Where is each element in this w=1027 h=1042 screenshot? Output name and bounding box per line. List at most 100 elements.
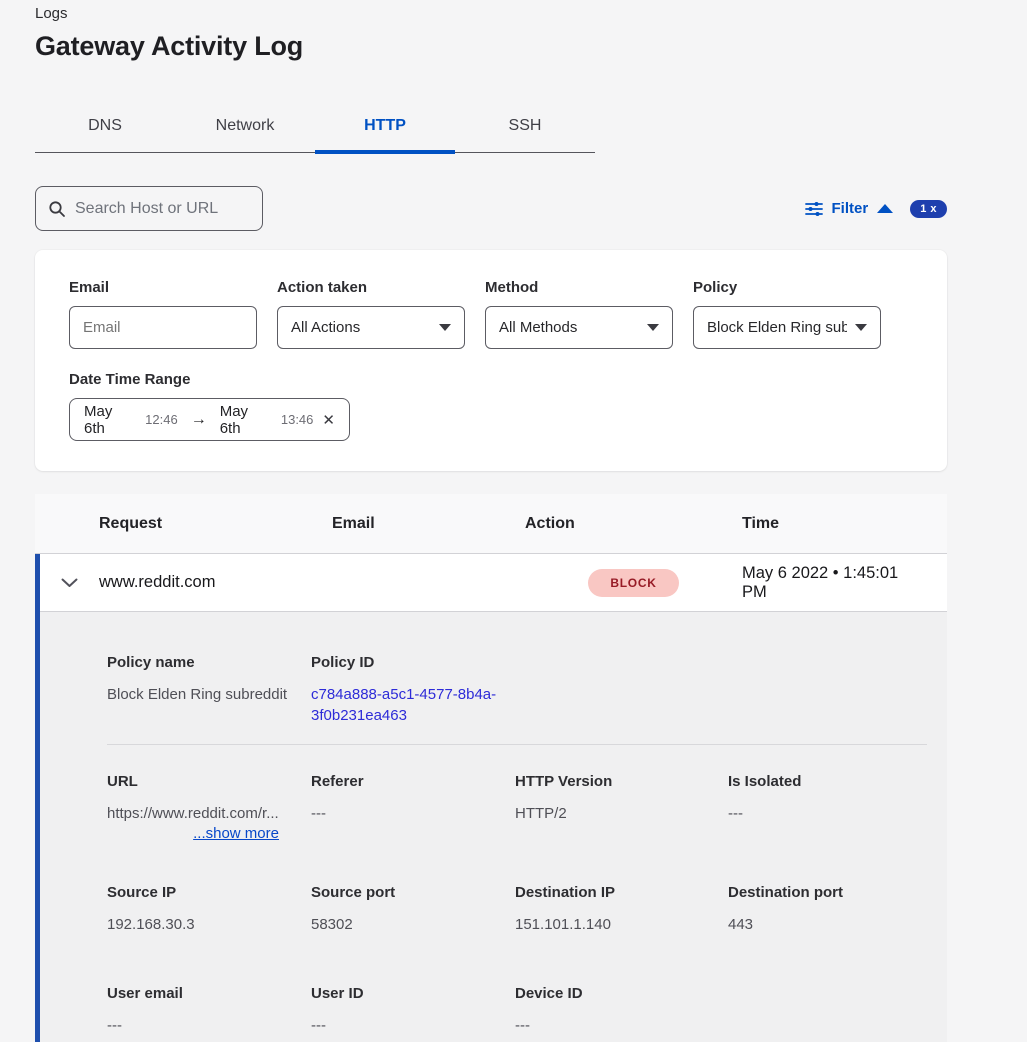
chevron-down-icon <box>647 324 659 331</box>
policy-select-value: Block Elden Ring subre... <box>707 319 847 336</box>
policy-id-link[interactable]: c784a888-a5c1-4577-8b4a-3f0b231ea463 <box>311 684 511 726</box>
email-field-label: Email <box>69 279 257 296</box>
source-ip-value: 192.168.30.3 <box>107 914 311 935</box>
filter-count-badge[interactable]: 1 x <box>910 200 947 218</box>
detail-user-email: User email --- <box>107 985 311 1036</box>
detail-section-network: Source IP 192.168.30.3 Source port 58302… <box>40 858 947 959</box>
detail-source-ip: Source IP 192.168.30.3 <box>107 884 311 935</box>
detail-section-policy: Policy name Block Elden Ring subreddit P… <box>40 612 947 744</box>
search-input[interactable] <box>75 200 250 218</box>
date-range-picker[interactable]: May 6th 12:46 → May 6th 13:46 ✕ <box>69 398 350 441</box>
filter-panel: Email Action taken All Actions Method Al… <box>35 250 947 471</box>
main-content: Logs Gateway Activity Log DNS Network HT… <box>35 0 947 1042</box>
filter-label: Filter <box>832 200 869 217</box>
filter-field-policy: Policy Block Elden Ring subre... <box>693 279 881 349</box>
end-time: 13:46 <box>281 412 314 427</box>
date-range-section: Date Time Range May 6th 12:46 → May 6th … <box>69 371 913 441</box>
detail-policy-id: Policy ID c784a888-a5c1-4577-8b4a-3f0b23… <box>311 654 515 726</box>
policy-select[interactable]: Block Elden Ring subre... <box>693 306 881 349</box>
http-version-value: HTTP/2 <box>515 803 728 824</box>
filter-fields-row: Email Action taken All Actions Method Al… <box>69 279 913 349</box>
detail-policy-name: Policy name Block Elden Ring subreddit <box>107 654 311 726</box>
policy-name-value: Block Elden Ring subreddit <box>107 684 311 705</box>
detail-http-version: HTTP Version HTTP/2 <box>515 773 728 842</box>
action-select-value: All Actions <box>291 319 360 336</box>
chevron-down-icon <box>61 578 78 588</box>
column-header-action: Action <box>525 515 742 533</box>
tab-ssh[interactable]: SSH <box>455 108 595 152</box>
row-request: www.reddit.com <box>99 573 332 592</box>
start-time: 12:46 <box>145 412 178 427</box>
detail-device-id: Device ID --- <box>515 985 728 1036</box>
column-header-email: Email <box>332 515 525 533</box>
tab-http[interactable]: HTTP <box>315 108 455 152</box>
search-box[interactable] <box>35 186 263 231</box>
is-isolated-value: --- <box>728 803 927 824</box>
breadcrumb: Logs <box>35 0 947 22</box>
url-label: URL <box>107 773 279 790</box>
page-title: Gateway Activity Log <box>35 31 947 62</box>
destination-ip-label: Destination IP <box>515 884 728 901</box>
policy-field-label: Policy <box>693 279 881 296</box>
tab-network[interactable]: Network <box>175 108 315 152</box>
tab-bar: DNS Network HTTP SSH <box>35 108 595 153</box>
end-date: May 6th <box>220 403 272 437</box>
table-header: Request Email Action Time <box>35 494 947 554</box>
method-select-value: All Methods <box>499 319 577 336</box>
destination-port-label: Destination port <box>728 884 927 901</box>
referer-label: Referer <box>311 773 515 790</box>
action-block-badge: BLOCK <box>588 569 678 597</box>
filter-field-email: Email <box>69 279 257 349</box>
log-detail-panel: Policy name Block Elden Ring subreddit P… <box>40 611 947 1042</box>
arrow-right-icon: → <box>187 411 211 429</box>
email-field[interactable] <box>69 306 257 349</box>
search-icon <box>48 200 66 218</box>
destination-ip-value: 151.101.1.140 <box>515 914 728 935</box>
detail-destination-port: Destination port 443 <box>728 884 927 935</box>
chevron-down-icon <box>439 324 451 331</box>
url-value: https://www.reddit.com/r... <box>107 803 279 824</box>
source-port-value: 58302 <box>311 914 515 935</box>
detail-url: URL https://www.reddit.com/r... ...show … <box>107 773 279 842</box>
detail-destination-ip: Destination IP 151.101.1.140 <box>515 884 728 935</box>
action-select[interactable]: All Actions <box>277 306 465 349</box>
caret-up-icon <box>877 204 893 213</box>
clear-date-range-icon[interactable]: ✕ <box>322 411 335 429</box>
column-header-time: Time <box>742 515 947 533</box>
detail-is-isolated: Is Isolated --- <box>728 773 927 842</box>
user-email-label: User email <box>107 985 311 1002</box>
date-range-label: Date Time Range <box>69 371 913 388</box>
device-id-label: Device ID <box>515 985 728 1002</box>
filter-field-method: Method All Methods <box>485 279 673 349</box>
tab-dns[interactable]: DNS <box>35 108 175 152</box>
detail-section-http: URL https://www.reddit.com/r... ...show … <box>40 745 947 858</box>
email-input[interactable] <box>83 319 243 336</box>
user-email-value: --- <box>107 1015 311 1036</box>
column-header-request: Request <box>99 515 332 533</box>
filter-field-action: Action taken All Actions <box>277 279 465 349</box>
show-more-link[interactable]: ...show more <box>107 825 279 842</box>
user-id-label: User ID <box>311 985 515 1002</box>
table-row[interactable]: www.reddit.com BLOCK May 6 2022 • 1:45:0… <box>40 554 947 611</box>
policy-name-label: Policy name <box>107 654 311 671</box>
source-ip-label: Source IP <box>107 884 311 901</box>
detail-user-id: User ID --- <box>311 985 515 1036</box>
row-expand-toggle[interactable] <box>40 578 99 588</box>
expanded-log-entry: www.reddit.com BLOCK May 6 2022 • 1:45:0… <box>35 554 947 1042</box>
is-isolated-label: Is Isolated <box>728 773 927 790</box>
policy-id-label: Policy ID <box>311 654 515 671</box>
chevron-down-icon <box>855 324 867 331</box>
referer-value: --- <box>311 803 515 824</box>
source-port-label: Source port <box>311 884 515 901</box>
filter-button[interactable]: Filter 1 x <box>805 200 947 218</box>
filter-sliders-icon <box>805 200 823 218</box>
toolbar: Filter 1 x <box>35 186 947 231</box>
device-id-value: --- <box>515 1015 728 1036</box>
activity-log-table: Request Email Action Time www.reddit.com… <box>35 494 947 1042</box>
detail-section-user: User email --- User ID --- Device ID --- <box>40 959 947 1042</box>
detail-source-port: Source port 58302 <box>311 884 515 935</box>
method-select[interactable]: All Methods <box>485 306 673 349</box>
start-date: May 6th <box>84 403 136 437</box>
action-field-label: Action taken <box>277 279 465 296</box>
destination-port-value: 443 <box>728 914 927 935</box>
